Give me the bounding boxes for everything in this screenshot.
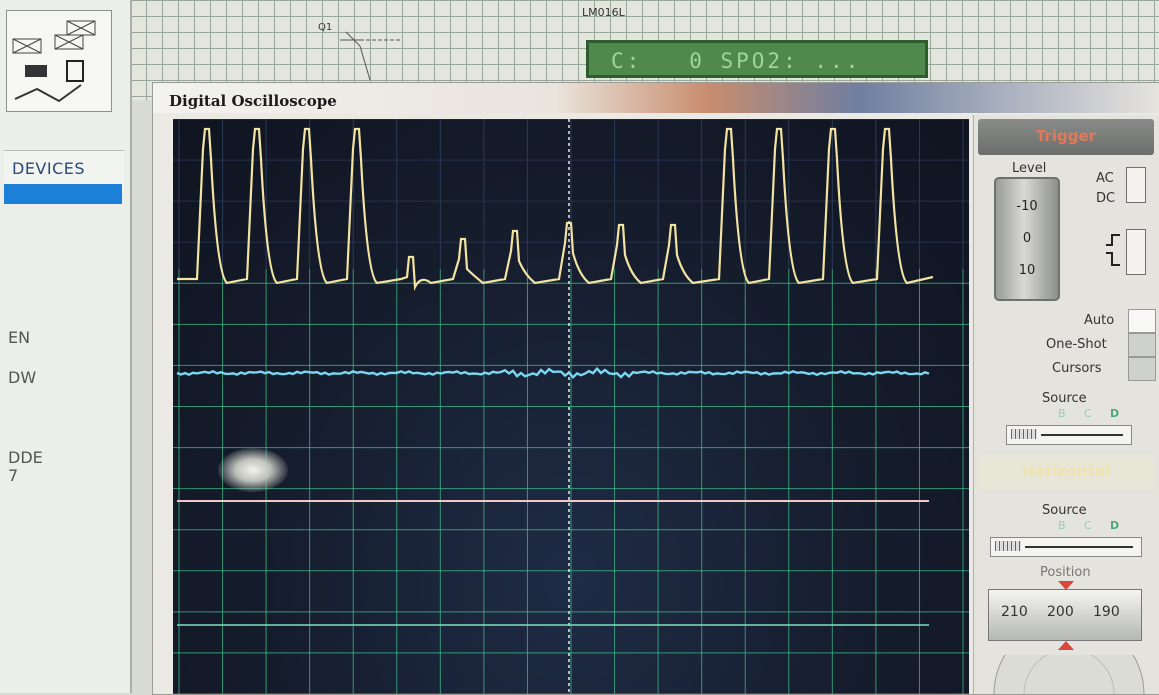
trigger-source-slider[interactable] [1006, 425, 1132, 445]
lcd-text: C: 0 SPO2: ... [611, 49, 862, 73]
reflection-glare [218, 448, 288, 492]
devices-label: DEVICES [12, 159, 86, 178]
lcd-component-label: LM016L [582, 6, 625, 19]
trigger-source-slider-thumb[interactable] [1011, 429, 1037, 439]
trigger-source-b: B [1058, 407, 1066, 420]
horizontal-header-label: Horizontal [1022, 462, 1110, 480]
trigger-source-slider-track [1041, 434, 1123, 436]
side-text-1: EN [8, 328, 31, 347]
component-ref: Q1 [318, 22, 333, 33]
left-panel: DEVICES EN DW DDE 7 [0, 0, 132, 693]
level-tick-top: -10 [1016, 199, 1038, 214]
schematic-overview[interactable] [6, 10, 112, 112]
oscilloscope-titlebar[interactable]: Digital Oscilloscope [153, 83, 1159, 113]
trigger-source-label: Source [1042, 391, 1087, 406]
horizontal-source-slider[interactable] [990, 537, 1142, 557]
trigger-source-d: D [1110, 407, 1120, 420]
side-text-3: DDE [8, 448, 43, 467]
trigger-source-c: C [1084, 407, 1092, 420]
horizontal-header: Horizontal [978, 455, 1154, 489]
horizontal-source-label: Source [1042, 503, 1087, 518]
auto-button[interactable] [1128, 309, 1156, 333]
side-text-4: 7 [8, 466, 19, 485]
side-text-2: DW [8, 368, 37, 387]
scope-traces [173, 119, 969, 694]
level-label: Level [1012, 161, 1047, 176]
overview-thumbnail [12, 20, 96, 103]
position-label: Position [1040, 565, 1091, 580]
cursors-button[interactable] [1128, 357, 1156, 381]
horizontal-source-c: C [1084, 519, 1092, 532]
control-panel: Trigger Level -10 0 10 AC DC Auto One-Sh… [973, 115, 1159, 694]
oneshot-label: One-Shot [1046, 337, 1107, 352]
horizontal-source-b: B [1058, 519, 1066, 532]
edge-switch[interactable] [1126, 229, 1146, 275]
position-value-mid: 200 [1047, 604, 1074, 620]
lcd-display[interactable]: C: 0 SPO2: ... [586, 40, 928, 78]
position-value-left: 210 [1001, 604, 1028, 620]
devices-selected-row[interactable] [4, 184, 122, 204]
trigger-header-label: Trigger [1035, 127, 1097, 145]
scope-screen[interactable] [173, 119, 969, 694]
transistor-symbol [340, 31, 400, 80]
trace-a [177, 127, 934, 292]
cursors-label: Cursors [1052, 361, 1102, 376]
horizontal-source-slider-thumb[interactable] [995, 541, 1021, 551]
position-down-marker-icon [1058, 641, 1074, 650]
oscilloscope-window: Digital Oscilloscope Trigger Level -10 0… [152, 82, 1159, 695]
window-title: Digital Oscilloscope [169, 92, 337, 110]
timebase-dial-icon[interactable] [984, 655, 1154, 694]
trigger-header: Trigger [978, 119, 1154, 155]
horizontal-source-d: D [1110, 519, 1120, 532]
edge-icon [1106, 234, 1120, 266]
ac-label: AC [1096, 171, 1114, 186]
trigger-level-knob[interactable]: -10 0 10 [994, 177, 1060, 301]
horizontal-source-slider-track [1025, 546, 1133, 548]
ac-dc-switch[interactable] [1126, 167, 1146, 203]
position-dial[interactable]: 210 200 190 [988, 589, 1142, 641]
auto-label: Auto [1084, 313, 1115, 328]
trace-b [176, 366, 930, 380]
oneshot-button[interactable] [1128, 333, 1156, 357]
level-tick-mid: 0 [1022, 231, 1032, 246]
position-value-right: 190 [1093, 604, 1120, 620]
level-tick-bottom: 10 [1018, 263, 1036, 278]
dc-label: DC [1096, 191, 1116, 206]
